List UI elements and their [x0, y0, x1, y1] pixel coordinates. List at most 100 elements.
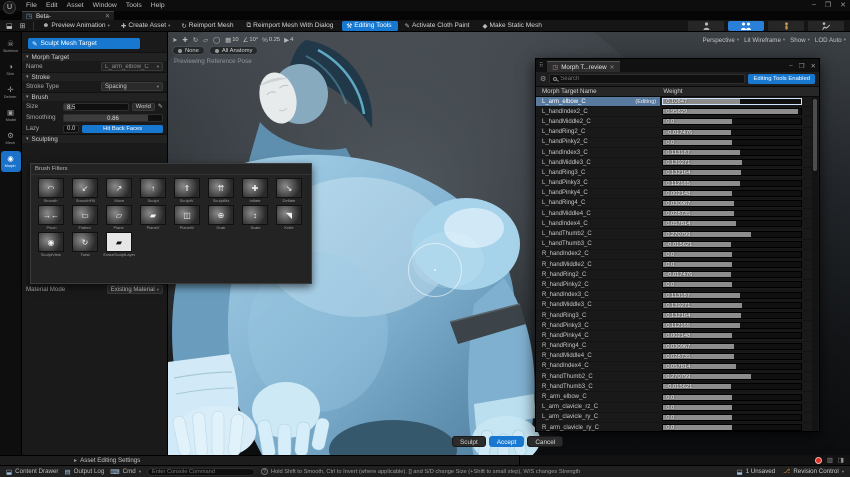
- table-row[interactable]: R_arm_clavicle_ry_C(Editing) 0.0: [536, 423, 812, 431]
- toolbar-button[interactable]: ✎ Activate Cloth Paint: [401, 21, 476, 31]
- viewport-tool-button[interactable]: %0.25: [262, 37, 280, 44]
- cancel-button[interactable]: Cancel: [527, 436, 563, 447]
- brush-tool[interactable]: ◠ Smooth: [35, 178, 67, 203]
- table-row[interactable]: R_handIndex3_C(Editing) 0.113187: [536, 291, 812, 301]
- table-row[interactable]: R_handThumb3_C(Editing) -0.015621: [536, 382, 812, 392]
- weight-slider[interactable]: 0.0: [662, 424, 802, 431]
- table-row[interactable]: L_arm_elbow_C(Editing) 0.10847: [536, 97, 812, 107]
- table-row[interactable]: L_handRing3_C(Editing) 0.132164: [536, 168, 812, 178]
- weight-slider[interactable]: 0.028735: [662, 210, 802, 217]
- revision-control-button[interactable]: ⎇Revision Control▾: [783, 468, 844, 475]
- preview-mannequin-button[interactable]: [768, 21, 804, 31]
- viewport-settings-menu[interactable]: Show▾: [790, 37, 810, 44]
- weight-slider[interactable]: 0.112165: [662, 322, 802, 329]
- material-mode-dropdown[interactable]: Existing Material▾: [107, 285, 163, 294]
- table-row[interactable]: R_handPinky4_C(Editing) 0.002148: [536, 331, 812, 341]
- preview-animation-button[interactable]: [808, 21, 844, 31]
- scrollbar[interactable]: [812, 97, 818, 431]
- notification-icon[interactable]: ▥: [827, 456, 833, 464]
- alert-dot-icon[interactable]: [815, 457, 822, 464]
- brush-tool[interactable]: ▰ EraseSculptLayer: [103, 232, 135, 257]
- weight-slider[interactable]: -0.017476: [662, 129, 802, 136]
- table-row[interactable]: L_handIndex2_C(Editing) 0.95829: [536, 107, 812, 117]
- brush-tool[interactable]: ↕ Scale: [239, 205, 271, 230]
- content-drawer-button[interactable]: ⬓Content Drawer: [6, 468, 59, 476]
- browse-icon[interactable]: ⊞: [20, 22, 26, 30]
- toolbar-button[interactable]: ☻ Preview Animation ▾: [39, 21, 114, 30]
- weight-slider[interactable]: 0.0: [662, 139, 802, 146]
- table-row[interactable]: L_handThumb3_C(Editing) -0.015621: [536, 240, 812, 250]
- weight-slider[interactable]: 0.139271: [662, 159, 802, 166]
- save-icon[interactable]: ⬓: [6, 22, 13, 30]
- unsaved-indicator[interactable]: ⬓1 Unsaved: [736, 468, 775, 476]
- viewport-tool-button[interactable]: ↻: [193, 36, 199, 44]
- console-command-input[interactable]: [147, 468, 255, 476]
- table-row[interactable]: L_handIndex4_C(Editing) 0.057814: [536, 219, 812, 229]
- weight-slider[interactable]: 0.112165: [662, 180, 802, 187]
- brush-tool[interactable]: ⇑ SculptV: [171, 178, 203, 203]
- table-row[interactable]: R_arm_elbow_C(Editing) 0.0: [536, 392, 812, 402]
- section-morph-target[interactable]: ▾Morph Target: [22, 52, 167, 61]
- toolbar-button[interactable]: ⚒ Editing Tools: [342, 21, 397, 31]
- weight-slider[interactable]: 0.0: [662, 118, 802, 125]
- toolbar-button[interactable]: ⧉ Reimport Mesh With Dialog: [243, 21, 340, 31]
- window-control-button[interactable]: ✕: [840, 1, 846, 9]
- table-row[interactable]: R_handPinky3_C(Editing) 0.112165: [536, 321, 812, 331]
- section-brush[interactable]: ▾Brush: [22, 92, 167, 101]
- weight-slider[interactable]: 0.057814: [662, 363, 802, 370]
- world-button[interactable]: World: [132, 103, 155, 111]
- weight-slider[interactable]: 0.113187: [662, 292, 802, 299]
- asset-tab[interactable]: ◳ Beta- ✕: [22, 11, 114, 20]
- viewport-tool-button[interactable]: ▶4: [284, 36, 293, 44]
- mode-rail-item[interactable]: ☠ Skeleton: [1, 36, 21, 57]
- section-stroke[interactable]: ▾Stroke: [22, 72, 167, 81]
- settings-icon[interactable]: ⚙: [540, 75, 546, 83]
- table-row[interactable]: L_arm_clavicle_rz_C(Editing) 0.0: [536, 403, 812, 413]
- toolbar-button[interactable]: ↻ Reimport Mesh: [177, 21, 239, 31]
- brush-tool[interactable]: ◥ Knife: [273, 205, 305, 230]
- table-row[interactable]: R_handThumb2_C(Editing) 0.270799: [536, 372, 812, 382]
- viewport-tool-button[interactable]: ▦10: [225, 36, 239, 44]
- weight-slider[interactable]: 0.0: [662, 394, 802, 401]
- table-row[interactable]: L_handMiddle2_C(Editing) 0.0: [536, 117, 812, 127]
- dock-icon[interactable]: ⠿: [539, 62, 543, 69]
- table-row[interactable]: L_arm_clavicle_ry_C(Editing) 0.0: [536, 413, 812, 423]
- menu-item[interactable]: Edit: [46, 2, 58, 9]
- accept-button[interactable]: Accept: [489, 436, 525, 447]
- viewport-tool-button[interactable]: ✚: [182, 36, 188, 44]
- table-row[interactable]: R_handRing2_C(Editing) -0.017476: [536, 270, 812, 280]
- weight-slider[interactable]: 0.002148: [662, 332, 802, 339]
- weight-slider[interactable]: 0.270799: [662, 231, 802, 238]
- weight-slider[interactable]: 0.10847: [662, 98, 802, 105]
- weight-slider[interactable]: 0.030967: [662, 200, 802, 207]
- cmd-dropdown[interactable]: ⌨Cmd▾: [110, 468, 141, 476]
- viewport-tool-button[interactable]: ➤: [172, 36, 178, 44]
- table-row[interactable]: L_handThumb2_C(Editing) 0.270799: [536, 229, 812, 239]
- brush-tool[interactable]: ↻ Twist: [69, 232, 101, 257]
- preview-character-button[interactable]: [688, 21, 724, 31]
- window-control-button[interactable]: ✕: [811, 62, 816, 70]
- lazy-value[interactable]: 0.0: [63, 125, 79, 133]
- mode-rail-item[interactable]: ⚙ Mesh: [1, 128, 21, 149]
- table-row[interactable]: R_handPinky2_C(Editing) 0.0: [536, 280, 812, 290]
- viewport-tool-button[interactable]: ◯: [213, 36, 221, 44]
- table-row[interactable]: R_handIndex4_C(Editing) 0.057814: [536, 362, 812, 372]
- weight-slider[interactable]: 0.0: [662, 261, 802, 268]
- toolbar-button[interactable]: ✚ Create Asset ▾: [117, 21, 174, 31]
- brush-tool[interactable]: ⇈ SculptMx: [205, 178, 237, 203]
- weight-slider[interactable]: 0.0: [662, 281, 802, 288]
- weight-slider[interactable]: 0.028735: [662, 353, 802, 360]
- weight-slider[interactable]: 0.95829: [662, 108, 802, 115]
- menu-item[interactable]: Window: [93, 2, 117, 9]
- weight-slider[interactable]: 0.0: [662, 251, 802, 258]
- window-control-button[interactable]: –: [789, 62, 793, 70]
- brush-tool[interactable]: ▭ Flatten: [69, 205, 101, 230]
- brush-tool[interactable]: ↘ Deflate: [273, 178, 305, 203]
- close-tab-icon[interactable]: ✕: [105, 13, 110, 20]
- brush-tool[interactable]: ✚ Inflate: [239, 178, 271, 203]
- table-header[interactable]: Morph Target Name Weight: [536, 86, 819, 97]
- toolbar-button[interactable]: ◆ Make Static Mesh: [479, 21, 548, 31]
- unreal-logo-icon[interactable]: U: [3, 1, 16, 14]
- menu-item[interactable]: Help: [151, 2, 165, 9]
- table-row[interactable]: R_handMiddle4_C(Editing) 0.028735: [536, 352, 812, 362]
